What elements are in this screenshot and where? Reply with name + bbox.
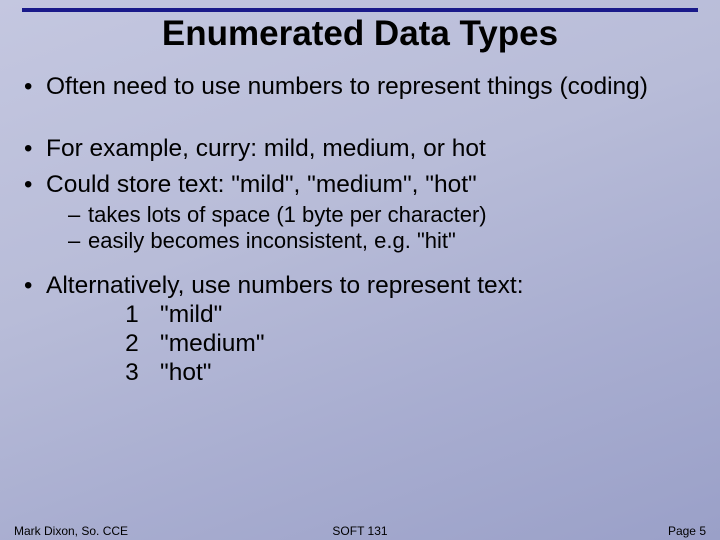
footer-center: SOFT 131: [332, 524, 387, 538]
bullet-item: For example, curry: mild, medium, or hot: [18, 134, 702, 164]
bullet-item: Alternatively, use numbers to represent …: [18, 271, 702, 388]
mapping-text: "mild": [160, 301, 222, 330]
sub-bullet-item: easily becomes inconsistent, e.g. "hit": [46, 228, 702, 255]
sub-bullet-item: takes lots of space (1 byte per characte…: [46, 202, 702, 229]
slide-title: Enumerated Data Types: [22, 14, 698, 54]
mapping-row: 1 "mild": [104, 301, 702, 330]
footer-left: Mark Dixon, So. CCE: [14, 524, 128, 538]
mapping-num: 3: [104, 359, 160, 388]
mapping-text: "hot": [160, 359, 211, 388]
mapping-row: 3 "hot": [104, 359, 702, 388]
slide-body: Often need to use numbers to represent t…: [0, 72, 720, 388]
mapping-row: 2 "medium": [104, 330, 702, 359]
bullet-item: Could store text: "mild", "medium", "hot…: [18, 170, 702, 256]
title-rule: [22, 8, 698, 12]
mapping-num: 2: [104, 330, 160, 359]
mapping-table: 1 "mild" 2 "medium" 3 "hot": [104, 301, 702, 388]
bullet-item: Often need to use numbers to represent t…: [18, 72, 702, 102]
bullet-text: Could store text: "mild", "medium", "hot…: [46, 171, 477, 198]
footer-right: Page 5: [668, 524, 706, 538]
mapping-text: "medium": [160, 330, 265, 359]
bullet-text: Alternatively, use numbers to represent …: [46, 272, 524, 299]
mapping-num: 1: [104, 301, 160, 330]
slide-footer: Mark Dixon, So. CCE SOFT 131 Page 5: [0, 524, 720, 538]
